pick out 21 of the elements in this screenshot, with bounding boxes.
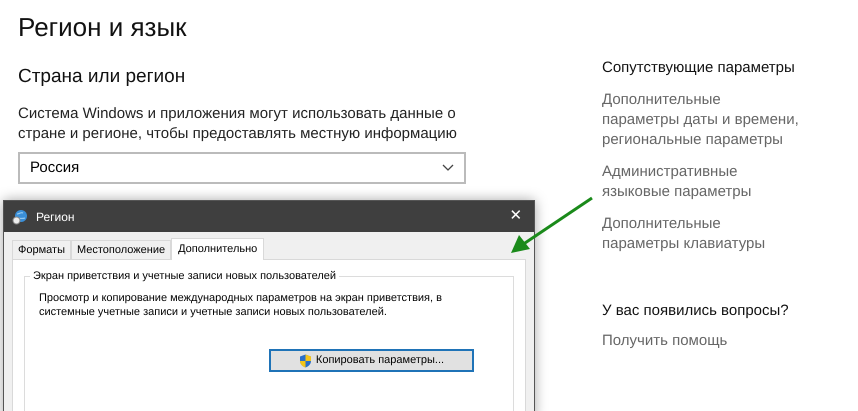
group-title: Экран приветствия и учетные записи новых пользователей <box>30 269 340 283</box>
section-title: Страна или регион <box>18 65 186 89</box>
close-button[interactable]: ✕ <box>506 205 526 228</box>
globe-icon <box>12 208 28 224</box>
copy-settings-button[interactable]: Копировать параметры... <box>269 349 474 372</box>
help-link[interactable]: Получить помощь <box>602 331 830 351</box>
shield-icon <box>298 354 312 368</box>
settings-link[interactable]: Дополнительные параметры клавиатуры <box>602 214 802 254</box>
dialog-tab[interactable]: Местоположение <box>70 240 172 259</box>
country-dropdown[interactable]: Россия <box>18 152 466 184</box>
page-title: Регион и язык <box>18 11 188 44</box>
chevron-down-icon <box>442 164 454 172</box>
help-heading: У вас появились вопросы? <box>602 301 790 321</box>
dialog-tab[interactable]: Форматы <box>12 240 71 259</box>
dialog-title: Регион <box>36 208 75 226</box>
description-text: Система Windows и приложения могут использовать данные о стране и регионе, чтобы предоставлять местную информацию <box>18 104 458 144</box>
group-description: Просмотр и копирование международных параметров на экран приветствия, в системные учетные записи и учетные записи новых пользователей. <box>39 291 443 319</box>
settings-link[interactable]: Административные языковые параметры <box>602 162 802 202</box>
settings-link[interactable]: Дополнительные параметры даты и времени, региональные параметры <box>602 90 802 150</box>
dialog-tab[interactable]: Дополнительно <box>171 238 264 260</box>
related-heading: Сопутствующие параметры <box>602 58 796 78</box>
